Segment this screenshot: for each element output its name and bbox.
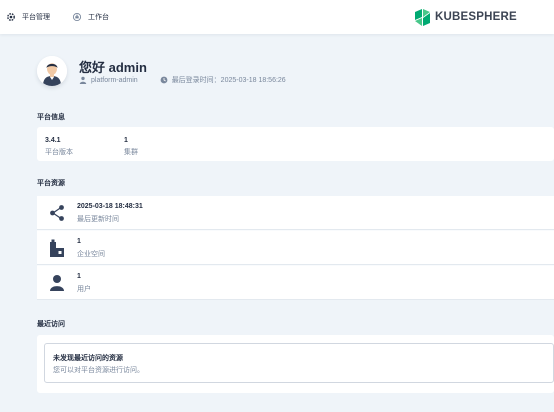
resource-row-users[interactable]: 1 用户 (37, 266, 554, 300)
nav-workbench[interactable]: 工作台 (72, 10, 109, 24)
clock-icon (160, 76, 168, 84)
resource-value: 2025-03-18 18:48:31 (77, 203, 143, 210)
recent-access-card: 未发现最近访问的资源 您可以对平台资源进行访问。 (37, 335, 554, 393)
resource-row-last-updated: 2025-03-18 18:48:31 最后更新时间 (37, 196, 554, 230)
resource-value: 1 (77, 273, 81, 280)
resource-label: 用户 (77, 286, 91, 293)
resource-label: 最后更新时间 (77, 216, 119, 223)
enterprise-space-icon (49, 239, 65, 257)
resource-label: 企业空间 (77, 251, 105, 258)
platform-resources-card: 2025-03-18 18:48:31 最后更新时间 1 企业空间 1 用户 (37, 196, 554, 300)
logo-text: KUBESPHERE (435, 11, 517, 23)
recent-empty-state: 未发现最近访问的资源 您可以对平台资源进行访问。 (44, 343, 554, 383)
stat-version-label: 平台版本 (45, 149, 73, 156)
platform-info-title: 平台信息 (37, 114, 65, 121)
nav-platform-label: 平台管理 (22, 14, 50, 21)
nav-workbench-label: 工作台 (88, 14, 109, 21)
kubesphere-logo-icon (415, 8, 430, 26)
user-meta: platform-admin 最后登录时间：2025-03-18 18:56:2… (79, 75, 286, 85)
greeting-title: 您好 admin (79, 60, 147, 75)
resource-value: 1 (77, 238, 81, 245)
recent-access-title: 最近访问 (37, 321, 65, 328)
user-icon (49, 274, 65, 292)
user-role-icon (79, 76, 87, 84)
user-role: platform-admin (91, 76, 138, 84)
stat-version: 3.4.1 平台版本 (45, 137, 73, 157)
platform-info-card: 3.4.1 平台版本 1 集群 (37, 127, 554, 161)
last-login-text: 最后登录时间：2025-03-18 18:56:26 (171, 77, 286, 84)
stat-clusters[interactable]: 1 集群 (124, 137, 138, 157)
stat-clusters-label: 集群 (124, 149, 138, 156)
kubesphere-logo[interactable]: KUBESPHERE (414, 8, 517, 26)
avatar[interactable] (37, 56, 67, 86)
platform-resources-title: 平台资源 (37, 180, 65, 187)
share-nodes-icon (49, 204, 65, 222)
nav-platform-management[interactable]: 平台管理 (6, 10, 50, 24)
recent-empty-desc: 您可以对平台资源进行访问。 (53, 367, 144, 374)
gear-icon (6, 12, 16, 22)
recent-empty-title: 未发现最近访问的资源 (53, 355, 123, 362)
stat-clusters-value: 1 (124, 137, 128, 144)
stat-version-value: 3.4.1 (45, 137, 61, 144)
resource-row-workspaces[interactable]: 1 企业空间 (37, 231, 554, 265)
user-banner: 您好 admin platform-admin 最后登录时间：2025-03-1… (0, 34, 554, 102)
user-avatar-icon (37, 56, 67, 86)
workbench-icon (72, 12, 82, 22)
last-login: 最后登录时间：2025-03-18 18:56:26 (160, 75, 286, 85)
top-navbar: 平台管理 工作台 KUBESPHERE (0, 0, 554, 34)
